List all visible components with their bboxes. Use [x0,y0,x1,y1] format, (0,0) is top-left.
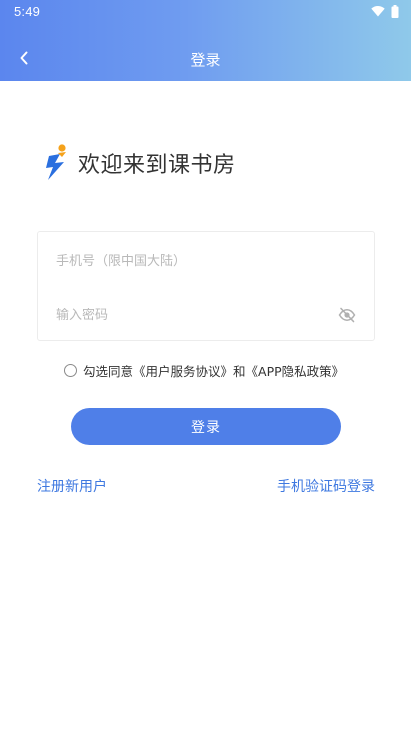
agreement-checkbox[interactable] [64,363,77,377]
app-header: 5:49 登录 [0,0,411,81]
agreement-row: 勾选同意《用户服务协议》和《APP隐私政策》 [64,361,344,379]
user-agreement-link[interactable]: 《用户服务协议》 [133,364,233,379]
app-logo-icon [46,144,66,180]
welcome-banner: 欢迎来到课书房 [42,143,236,183]
phone-row [38,234,374,288]
register-link[interactable]: 注册新用户 [37,476,107,496]
sms-login-link[interactable]: 手机验证码登录 [277,476,375,496]
battery-icon [391,4,399,18]
login-button[interactable]: 登录 [71,408,341,445]
page-title: 登录 [190,52,221,69]
password-row [38,288,374,342]
status-icons [371,4,399,18]
login-form [37,231,375,341]
status-time: 5:49 [14,4,41,19]
password-input[interactable] [56,307,356,323]
agreement-conjunction: 和 [233,363,246,379]
wifi-icon [371,6,385,17]
phone-input[interactable] [56,253,356,269]
eye-off-icon[interactable] [338,306,356,324]
welcome-text: 欢迎来到课书房 [78,153,236,178]
agreement-text: 勾选同意《用户服务协议》和《APP隐私政策》 [83,361,344,380]
agreement-prefix: 勾选同意 [83,363,134,379]
privacy-policy-link[interactable]: 《APP隐私政策》 [246,364,345,379]
